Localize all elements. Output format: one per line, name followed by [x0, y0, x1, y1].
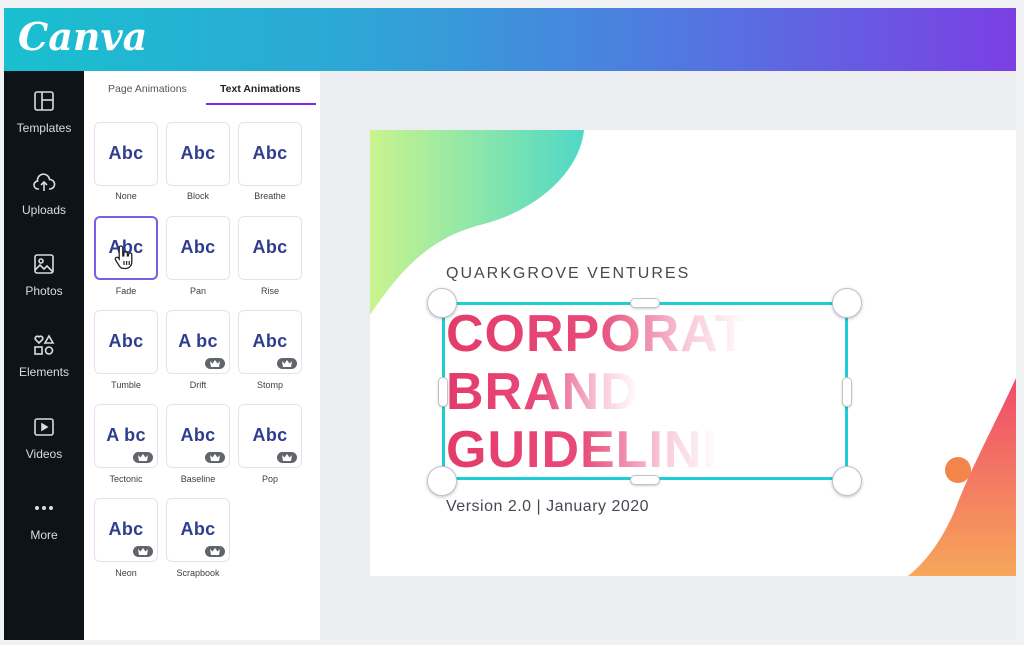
crown-icon [138, 548, 148, 555]
animation-label: Tectonic [109, 474, 143, 484]
animation-tile-none[interactable]: Abc [94, 122, 158, 186]
sidebar-item-label: Videos [25, 447, 63, 461]
animation-label: Rise [260, 286, 279, 296]
sidebar-item-templates[interactable]: Templates [4, 89, 84, 159]
tile-preview-text: Abc [108, 143, 144, 163]
photos-icon [34, 254, 54, 274]
sidebar-item-label: Photos [25, 284, 63, 298]
tile-preview-text: Abc [180, 237, 216, 257]
crown-icon [210, 548, 220, 555]
sidebar-item-label: More [30, 528, 58, 542]
top-header: Canva [4, 8, 1016, 71]
animation-label: Drift [189, 380, 207, 390]
more-dots-icon [35, 506, 53, 510]
tile-preview-text: Abc [108, 331, 144, 351]
animation-tabs: Page Animations Text Animations [84, 71, 320, 105]
tile-preview-text: Abc [252, 143, 288, 163]
animation-tile-fade[interactable]: Abc [94, 216, 158, 280]
animation-tile-block[interactable]: Abc [166, 122, 230, 186]
resize-handle-bottom-left[interactable] [427, 466, 457, 496]
sidebar-item-label: Elements [18, 365, 70, 379]
crown-icon [138, 454, 148, 461]
sidebar-item-videos[interactable]: Videos [4, 415, 84, 485]
tile-preview-text: Abc [252, 237, 288, 257]
tile-preview-text: Abc [180, 143, 216, 163]
text-selection-box[interactable] [442, 302, 848, 480]
pro-badge [277, 452, 297, 463]
animation-tile-tumble[interactable]: Abc [94, 310, 158, 374]
animation-label: Pop [261, 474, 278, 484]
pro-badge [205, 452, 225, 463]
video-play-icon [34, 418, 54, 436]
templates-icon [34, 91, 54, 111]
pro-badge [205, 358, 225, 369]
animation-tile-scrapbook[interactable]: Abc [166, 498, 230, 562]
pro-badge [133, 546, 153, 557]
animation-label: Scrapbook [176, 568, 220, 578]
pro-badge [205, 546, 225, 557]
tile-preview-text: Abc [252, 331, 288, 351]
animation-label: Fade [115, 286, 137, 296]
animation-tile-pop[interactable]: Abc [238, 404, 302, 468]
crown-icon [282, 360, 292, 367]
tile-preview-text: Abc [252, 425, 288, 445]
company-name: QUARKGROVE VENTURES [446, 265, 691, 282]
animation-label: Stomp [256, 380, 283, 390]
tab-text-animations[interactable]: Text Animations [220, 83, 301, 95]
resize-handle-top[interactable] [630, 298, 660, 308]
tile-preview-text: A bc [106, 425, 146, 445]
tile-preview-text: Abc [108, 519, 144, 539]
crown-icon [210, 360, 220, 367]
tile-preview-text: A bc [178, 331, 218, 351]
upload-cloud-icon [33, 173, 56, 191]
elements-icon [34, 334, 55, 355]
sidebar-item-photos[interactable]: Photos [4, 252, 84, 322]
tab-page-animations[interactable]: Page Animations [108, 83, 187, 95]
sidebar-item-uploads[interactable]: Uploads [4, 171, 84, 241]
animation-tile-tectonic[interactable]: A bc [94, 404, 158, 468]
crown-icon [282, 454, 292, 461]
resize-handle-top-left[interactable] [427, 288, 457, 318]
animation-tile-pan[interactable]: Abc [166, 216, 230, 280]
design-canvas[interactable]: QUARKGROVE VENTURES CORPORAT BRAND GUIDE… [370, 130, 1016, 576]
crown-icon [210, 454, 220, 461]
animation-tile-baseline[interactable]: Abc [166, 404, 230, 468]
left-sidebar: Templates Uploads Photos Elements Videos [4, 71, 84, 640]
resize-handle-left[interactable] [438, 377, 448, 407]
animation-label: None [115, 191, 137, 201]
animation-tile-stomp[interactable]: Abc [238, 310, 302, 374]
animation-tile-breathe[interactable]: Abc [238, 122, 302, 186]
sidebar-item-label: Uploads [21, 203, 67, 217]
version-text: Version 2.0 | January 2020 [446, 498, 650, 515]
animation-tile-drift[interactable]: A bc [166, 310, 230, 374]
sidebar-item-more[interactable]: More [4, 496, 84, 566]
resize-handle-bottom-right[interactable] [832, 466, 862, 496]
animation-label: Block [186, 191, 209, 201]
animation-tile-neon[interactable]: Abc [94, 498, 158, 562]
resize-handle-right[interactable] [842, 377, 852, 407]
animation-label: Neon [115, 568, 137, 578]
sidebar-item-elements[interactable]: Elements [4, 333, 84, 403]
hand-pointer-icon [114, 245, 133, 270]
active-tab-indicator [206, 103, 316, 105]
tile-preview-text: Abc [180, 425, 216, 445]
sidebar-item-label: Templates [16, 121, 72, 135]
animation-label: Breathe [254, 191, 286, 201]
tile-preview-text: Abc [180, 519, 216, 539]
canva-logo[interactable]: Canva [18, 14, 147, 59]
app-window: Canva Templates Uploads Photos Elements [4, 8, 1016, 640]
resize-handle-bottom[interactable] [630, 475, 660, 485]
pro-badge [133, 452, 153, 463]
resize-handle-top-right[interactable] [832, 288, 862, 318]
animation-tile-rise[interactable]: Abc [238, 216, 302, 280]
pro-badge [277, 358, 297, 369]
animation-label: Pan [189, 286, 206, 296]
animation-panel: Page Animations Text Animations Abc None… [84, 71, 320, 640]
animation-label: Baseline [180, 474, 216, 484]
animation-label: Tumble [111, 380, 141, 390]
